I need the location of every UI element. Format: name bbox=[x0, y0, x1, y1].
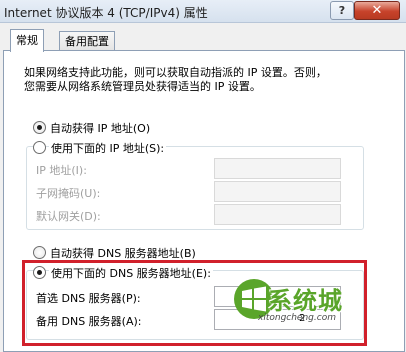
watermark-url: xitongcheng.com bbox=[258, 313, 336, 323]
auto-dns-label[interactable]: 自动获得 DNS 服务器地址(B) bbox=[50, 245, 196, 261]
auto-ip-radio[interactable] bbox=[33, 121, 46, 134]
manual-ip-radio[interactable] bbox=[33, 141, 46, 154]
window-title: Internet 协议版本 4 (TCP/IPv4) 属性 bbox=[4, 6, 208, 20]
watermark-brand: 系统城 bbox=[268, 287, 343, 315]
help-button[interactable]: ? bbox=[330, 1, 354, 20]
subnet-mask-field[interactable] bbox=[214, 181, 341, 202]
default-gateway-field[interactable] bbox=[214, 204, 341, 225]
tab-general[interactable]: 常规 bbox=[10, 29, 44, 52]
auto-dns-radio[interactable] bbox=[33, 246, 46, 259]
description-line-2: 您需要从网络系统管理员处获得适当的 IP 设置。 bbox=[24, 80, 261, 93]
ip-address-field[interactable] bbox=[214, 158, 341, 179]
title-bar[interactable]: Internet 协议版本 4 (TCP/IPv4) 属性 ? ✕ bbox=[0, 0, 406, 23]
tab-alternate-config[interactable]: 备用配置 bbox=[59, 31, 115, 51]
subnet-mask-label: 子网掩码(U): bbox=[36, 187, 101, 200]
ip-address-label: IP 地址(I): bbox=[36, 164, 87, 177]
manual-ip-label[interactable]: 使用下面的 IP 地址(S): bbox=[49, 140, 167, 156]
watermark-logo: 系统城 xitongcheng.com bbox=[232, 273, 372, 335]
auto-ip-label[interactable]: 自动获得 IP 地址(O) bbox=[50, 120, 150, 136]
default-gateway-label: 默认网关(D): bbox=[36, 210, 101, 223]
close-button[interactable]: ✕ bbox=[354, 1, 400, 20]
